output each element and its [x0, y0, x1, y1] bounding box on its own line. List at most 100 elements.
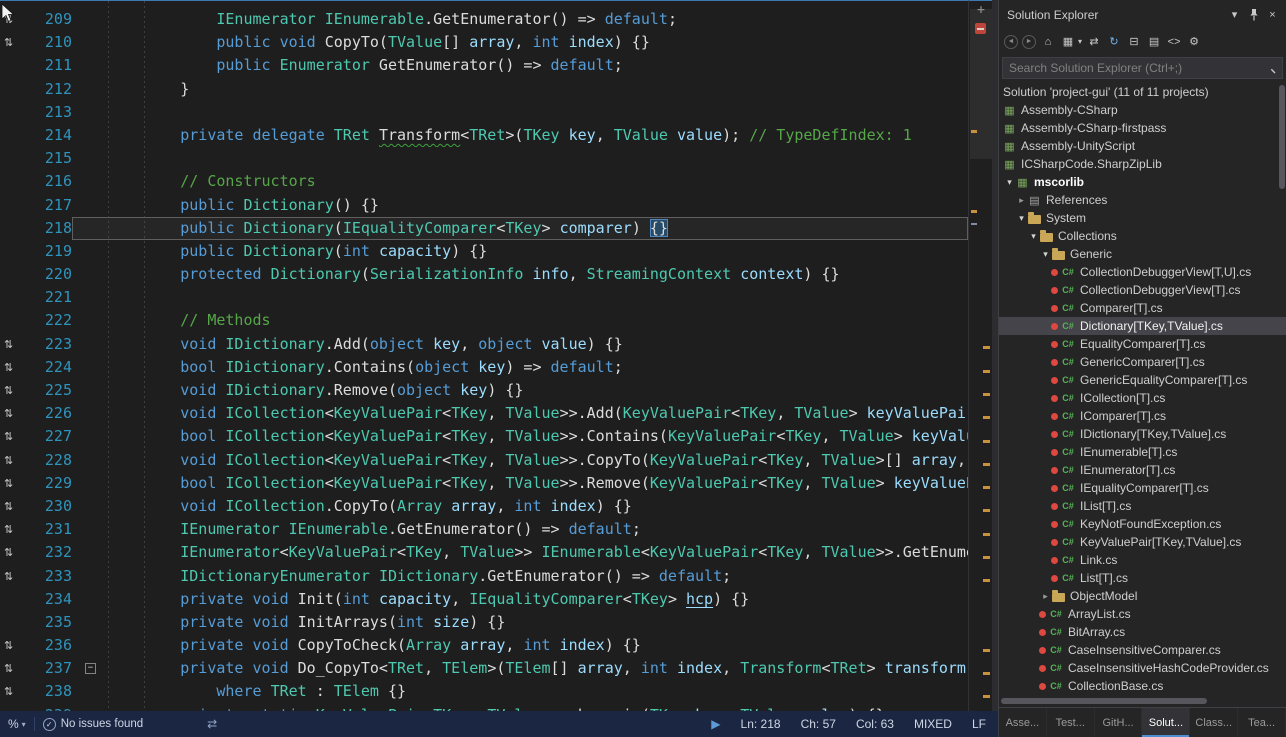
references-adornment-icon[interactable]: ⇅ [4, 407, 13, 420]
line-number[interactable]: 237 [28, 657, 72, 680]
fold-margin[interactable] [72, 170, 108, 193]
tree-item[interactable]: C#List[T].cs [999, 569, 1286, 587]
window-options-icon[interactable]: ▾ [1225, 6, 1244, 24]
glyph-margin[interactable]: ⇅ [0, 518, 28, 541]
fold-margin[interactable] [72, 31, 108, 54]
tree-item[interactable]: C#IComparer[T].cs [999, 407, 1286, 425]
line-body[interactable]: // Methods [72, 309, 968, 332]
fold-margin[interactable] [72, 541, 108, 564]
line-body[interactable]: private void InitArrays(int size) {} [72, 611, 968, 634]
glyph-margin[interactable] [0, 170, 28, 193]
line-number[interactable]: 217 [28, 194, 72, 217]
fold-margin[interactable] [72, 194, 108, 217]
sync-status-icon[interactable]: ⇄ [207, 717, 217, 731]
line-number[interactable]: 229 [28, 472, 72, 495]
line-number[interactable]: 221 [28, 286, 72, 309]
references-adornment-icon[interactable]: ⇅ [4, 662, 13, 675]
collapse-all-icon[interactable]: ⊟ [1126, 34, 1142, 50]
glyph-margin[interactable]: ⇅ [0, 425, 28, 448]
line-body[interactable]: void IDictionary.Add(object key, object … [72, 333, 968, 356]
code-line[interactable]: 221 [0, 286, 968, 309]
line-number[interactable]: 224 [28, 356, 72, 379]
code-line[interactable]: ⇅223 void IDictionary.Add(object key, ob… [0, 333, 968, 356]
fold-margin[interactable] [72, 704, 108, 711]
code-line[interactable]: 222 // Methods [0, 309, 968, 332]
fold-margin[interactable] [72, 333, 108, 356]
code-line[interactable]: ⇅229 bool ICollection<KeyValuePair<TKey,… [0, 472, 968, 495]
expand-arrow-icon[interactable]: ▸ [1015, 195, 1028, 206]
fold-margin[interactable] [72, 217, 108, 240]
tree-item[interactable]: C#CaseInsensitiveHashCodeProvider.cs [999, 659, 1286, 677]
tree-vertical-scrollbar[interactable] [1278, 83, 1286, 695]
collapse-arrow-icon[interactable]: ▾ [1027, 231, 1040, 242]
line-body[interactable]: public Dictionary(int capacity) {} [72, 240, 968, 263]
fold-margin[interactable] [72, 518, 108, 541]
tree-item[interactable]: ▦Assembly-CSharp [999, 101, 1286, 119]
glyph-margin[interactable]: ⇅ [0, 472, 28, 495]
close-icon[interactable]: × [1263, 6, 1282, 24]
view-code-icon[interactable]: <> [1166, 34, 1182, 50]
glyph-margin[interactable] [0, 588, 28, 611]
line-number[interactable]: 238 [28, 680, 72, 703]
code-line[interactable]: 234 private void Init(int capacity, IEqu… [0, 588, 968, 611]
references-adornment-icon[interactable]: ⇅ [4, 36, 13, 49]
tree-item[interactable]: C#CaseInsensitiveComparer.cs [999, 641, 1286, 659]
refresh-icon[interactable]: ↻ [1106, 34, 1122, 50]
line-body[interactable]: void IDictionary.Remove(object key) {} [72, 379, 968, 402]
collapse-arrow-icon[interactable]: ▾ [1003, 177, 1016, 188]
line-body[interactable]: private void Init(int capacity, IEqualit… [72, 588, 968, 611]
references-adornment-icon[interactable]: ⇅ [4, 454, 13, 467]
glyph-margin[interactable] [0, 704, 28, 711]
line-number[interactable]: 211 [28, 54, 72, 77]
fold-margin[interactable] [72, 565, 108, 588]
code-line[interactable]: 214 private delegate TRet Transform<TRet… [0, 124, 968, 147]
zoom-control[interactable]: % ▾ [8, 717, 26, 731]
fold-margin[interactable] [72, 101, 108, 124]
references-adornment-icon[interactable]: ⇅ [4, 639, 13, 652]
glyph-margin[interactable] [0, 54, 28, 77]
scrollbar-thumb[interactable] [970, 9, 992, 159]
code-line[interactable]: 220 protected Dictionary(SerializationIn… [0, 263, 968, 286]
line-body[interactable]: bool ICollection<KeyValuePair<TKey, TVal… [72, 472, 968, 495]
issues-status[interactable]: ✓ No issues found [43, 718, 143, 731]
tree-item[interactable]: ▦Assembly-UnityScript [999, 137, 1286, 155]
properties-icon[interactable]: ⚙ [1186, 34, 1202, 50]
line-number[interactable]: 228 [28, 449, 72, 472]
line-number[interactable]: 235 [28, 611, 72, 634]
code-line[interactable]: ⇅224 bool IDictionary.Contains(object ke… [0, 356, 968, 379]
line-body[interactable] [72, 286, 968, 309]
code-line[interactable]: ⇅230 void ICollection.CopyTo(Array array… [0, 495, 968, 518]
references-adornment-icon[interactable]: ⇅ [4, 430, 13, 443]
tree-item[interactable]: ▾System [999, 209, 1286, 227]
line-number[interactable]: 233 [28, 565, 72, 588]
tree-item[interactable]: C#IEnumerator[T].cs [999, 461, 1286, 479]
code-line[interactable]: 216 // Constructors [0, 170, 968, 193]
char-indicator[interactable]: Ch: 57 [801, 717, 836, 731]
panel-tab[interactable]: GitH... [1095, 708, 1143, 737]
references-adornment-icon[interactable]: ⇅ [4, 523, 13, 536]
tree-item[interactable]: C#GenericEqualityComparer[T].cs [999, 371, 1286, 389]
line-ending-indicator[interactable]: LF [972, 717, 986, 731]
references-adornment-icon[interactable]: ⇅ [4, 13, 13, 26]
panel-tab[interactable]: Class... [1190, 708, 1238, 737]
line-number[interactable]: 225 [28, 379, 72, 402]
glyph-margin[interactable]: ⇅ [0, 8, 28, 31]
line-number[interactable]: 220 [28, 263, 72, 286]
glyph-margin[interactable] [0, 611, 28, 634]
tree-item[interactable]: C#KeyNotFoundException.cs [999, 515, 1286, 533]
editor-vertical-scrollbar[interactable]: + [968, 0, 992, 711]
code-line[interactable]: ⇅231 IEnumerator IEnumerable.GetEnumerat… [0, 518, 968, 541]
glyph-margin[interactable]: ⇅ [0, 495, 28, 518]
line-body[interactable]: − private void Do_CopyTo<TRet, TElem>(TE… [72, 657, 968, 680]
line-number[interactable]: 209 [28, 8, 72, 31]
collapse-arrow-icon[interactable]: ▾ [1015, 213, 1028, 224]
tree-item[interactable]: Solution 'project-gui' (11 of 11 project… [999, 83, 1286, 101]
switch-views-icon[interactable]: ▦ [1060, 34, 1076, 50]
panel-tab[interactable]: Solut... [1142, 708, 1190, 737]
code-line[interactable]: ⇅236 private void CopyToCheck(Array arra… [0, 634, 968, 657]
line-number[interactable]: 239 [28, 704, 72, 711]
glyph-margin[interactable] [0, 240, 28, 263]
line-number[interactable]: 226 [28, 402, 72, 425]
references-adornment-icon[interactable]: ⇅ [4, 500, 13, 513]
fold-margin[interactable] [72, 495, 108, 518]
